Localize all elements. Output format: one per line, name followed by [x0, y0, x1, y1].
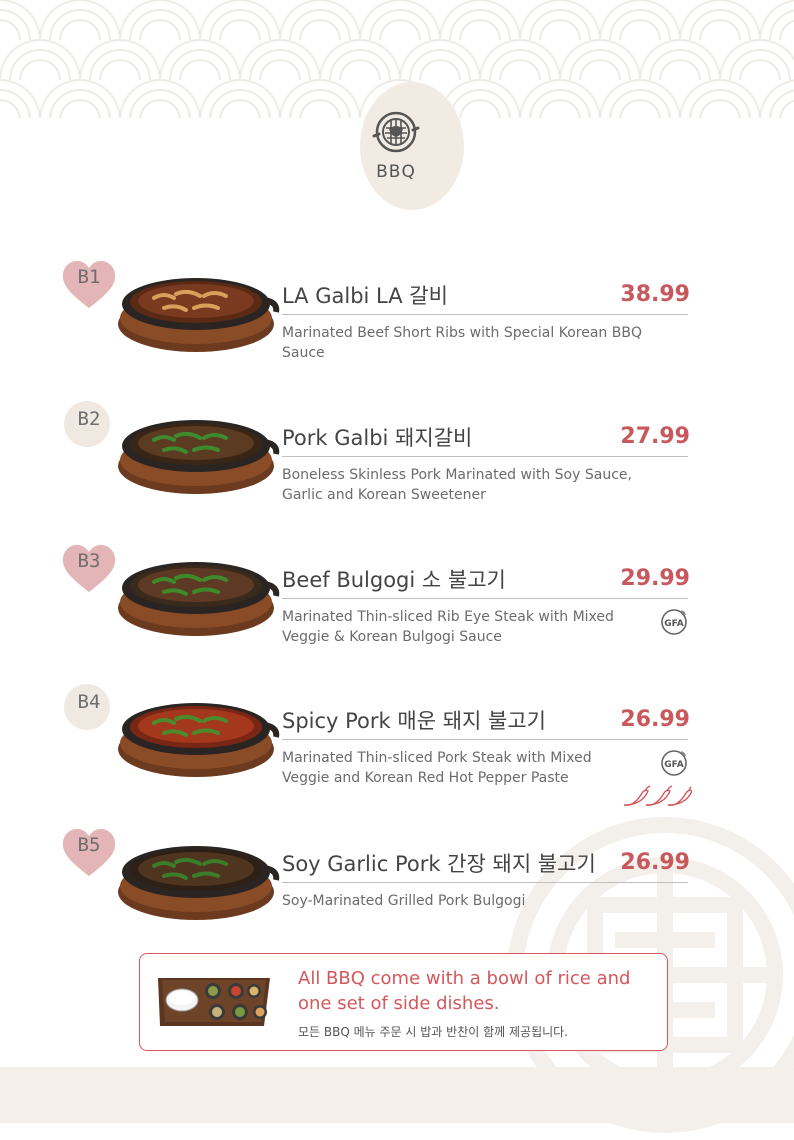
item-code-badge: B1 [60, 258, 118, 310]
item-description: Marinated Thin-sliced Pork Steak with Mi… [282, 750, 592, 786]
item-price: 27.99 [620, 424, 690, 449]
item-description: Soy-Marinated Grilled Pork Bulgogi [282, 893, 526, 909]
banchan-tray-image [158, 978, 270, 1026]
divider [282, 739, 688, 740]
menu-item: B2 Pork Galbi 돼지갈비 27.99 Boneless Skinle… [0, 400, 794, 520]
category-label: BBQ [376, 162, 416, 182]
item-code-badge: B2 [60, 400, 118, 452]
divider [282, 314, 688, 315]
notice-box: All BBQ come with a bowl of rice and one… [139, 953, 668, 1051]
divider [282, 598, 688, 599]
item-code: B4 [77, 691, 101, 713]
item-price: 29.99 [620, 566, 690, 591]
menu-item: B1 LA Galbi LA 갈비 38.99 Marinated Beef S… [0, 258, 794, 378]
item-name: Spicy Pork 매운 돼지 불고기 [282, 709, 546, 733]
item-price: 26.99 [620, 707, 690, 732]
item-description: Marinated Thin-sliced Rib Eye Steak with… [282, 609, 614, 645]
item-description: Marinated Beef Short Ribs with Special K… [282, 325, 642, 361]
item-code: B3 [77, 550, 101, 572]
divider [282, 882, 688, 883]
item-name: Soy Garlic Pork 간장 돼지 불고기 [282, 852, 596, 876]
footer-band [0, 1067, 794, 1123]
gfa-label: GFA [664, 760, 684, 770]
item-price: 26.99 [620, 850, 690, 875]
item-code: B2 [77, 408, 101, 430]
item-code: B5 [77, 834, 101, 856]
divider [282, 456, 688, 457]
grill-icon [372, 111, 420, 153]
gfa-label: GFA [664, 619, 684, 629]
sizzling-plate-image [118, 703, 280, 777]
sizzling-plate-image [118, 278, 280, 352]
item-code-badge: B5 [60, 826, 118, 878]
item-price: 38.99 [620, 282, 690, 307]
gluten-free-icon: GFA [659, 606, 689, 636]
notice-english: All BBQ come with a bowl of rice and one… [298, 968, 631, 1014]
menu-item: B4 Spicy Pork 매운 돼지 불고기 26.99 Marinated … [0, 683, 794, 806]
sizzling-plate-image [118, 420, 280, 494]
menu-item: B5 Soy Garlic Pork 간장 돼지 불고기 26.99 Soy-M… [0, 826, 794, 946]
notice-korean: 모든 BBQ 메뉴 주문 시 밥과 반찬이 함께 제공됩니다. [298, 1025, 569, 1039]
item-name: LA Galbi LA 갈비 [282, 284, 448, 308]
item-code-badge: B3 [60, 542, 118, 594]
item-name: Beef Bulgogi 소 불고기 [282, 568, 506, 592]
item-code-badge: B4 [60, 683, 118, 735]
sizzling-plate-image [118, 562, 280, 636]
menu-item: B3 Beef Bulgogi 소 불고기 29.99 Marinated Th… [0, 542, 794, 662]
gluten-free-icon: GFA [659, 747, 689, 777]
spicy-pepper-icon [623, 785, 692, 806]
sizzling-plate-image [118, 846, 280, 920]
item-description: Boneless Skinless Pork Marinated with So… [282, 467, 632, 503]
item-name: Pork Galbi 돼지갈비 [282, 426, 473, 450]
item-code: B1 [77, 266, 101, 288]
